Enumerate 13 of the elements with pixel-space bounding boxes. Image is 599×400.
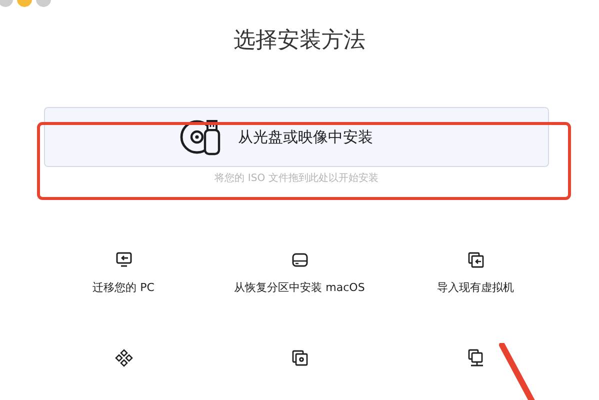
drive-icon[interactable]	[290, 251, 308, 269]
install-from-disc-button[interactable]: 从光盘或映像中安装	[44, 107, 549, 167]
diamond-cluster-icon[interactable]	[114, 349, 132, 367]
drop-hint: 将您的 ISO 文件拖到此处以开始安装	[214, 172, 378, 186]
option-label[interactable]: 从恢复分区中安装 macOS	[234, 280, 365, 295]
option-label[interactable]: 导入现有虚拟机	[437, 280, 514, 295]
network-windows-icon[interactable]	[466, 349, 484, 367]
monitor-arrow-icon[interactable]	[114, 251, 132, 269]
stacked-windows-arrow-icon[interactable]	[466, 251, 484, 269]
option-label[interactable]: 迁移您的 PC	[92, 280, 154, 295]
dialog-title: 选择安装方法	[232, 27, 366, 55]
stacked-disc-icon[interactable]	[290, 349, 308, 367]
disc-and-usb-icon	[180, 118, 222, 156]
